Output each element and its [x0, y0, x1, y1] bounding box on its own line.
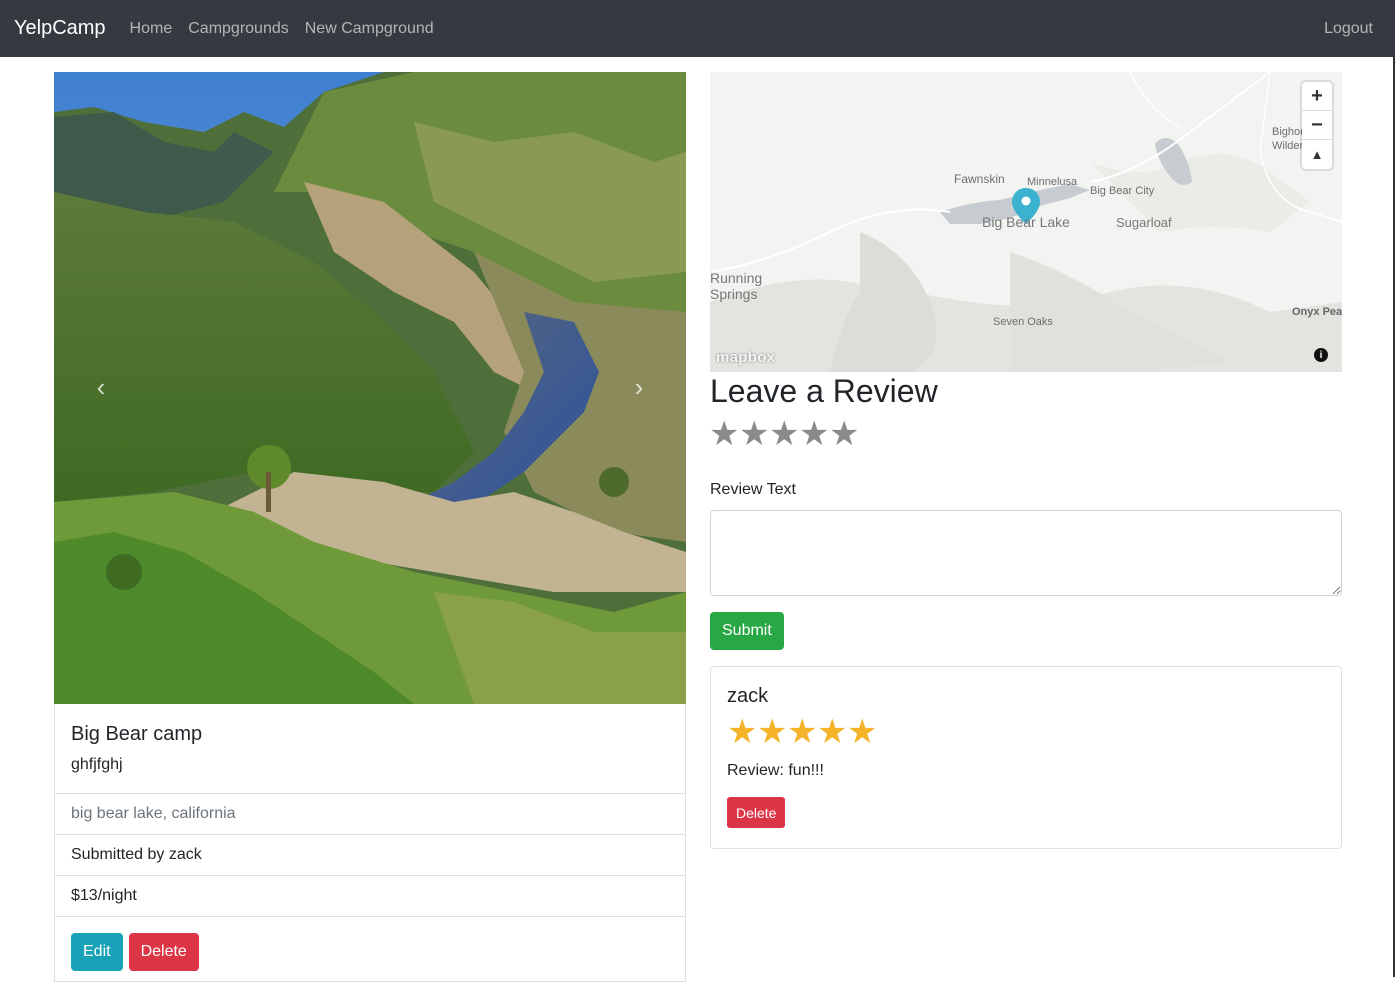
campground-description: ghfjfghj — [71, 756, 123, 773]
carousel-next-button[interactable]: › — [624, 372, 654, 402]
campground-photo — [54, 72, 686, 704]
edit-campground-button[interactable]: Edit — [71, 933, 123, 971]
delete-campground-button[interactable]: Delete — [128, 933, 199, 971]
campground-card-body: Big Bear camp ghfjfghj — [55, 704, 685, 793]
navbar: YelpCamp Home Campgrounds New Campground… — [0, 0, 1395, 57]
review-star-icon: ★ — [847, 713, 878, 751]
review-star-icon: ★ — [787, 713, 818, 751]
map-label-fawnskin: Fawnskin — [954, 172, 1005, 186]
rating-star-1[interactable]: ★ — [709, 416, 739, 452]
review-author: zack — [727, 685, 769, 707]
campground-actions: Edit Delete — [55, 916, 685, 987]
campground-card: ‹ › Big Bear camp ghfjfghj big bear lake… — [54, 72, 686, 982]
rating-star-2[interactable]: ★ — [739, 416, 769, 452]
review-card: zack ★ ★ ★ ★ ★ Review: fun!!! Delete — [710, 666, 1342, 849]
campground-author: Submitted by zack — [55, 834, 685, 875]
zoom-in-button[interactable]: + — [1302, 82, 1332, 111]
campground-title: Big Bear camp — [71, 723, 203, 745]
rating-star-input[interactable]: ★ ★ ★ ★ ★ — [709, 416, 859, 452]
campground-location: big bear lake, california — [55, 793, 685, 834]
compass-button[interactable]: ▲ — [1302, 140, 1332, 169]
map-attribution-info-icon[interactable]: i — [1314, 348, 1328, 362]
review-text-input[interactable] — [710, 510, 1342, 596]
nav-campgrounds-link[interactable]: Campgrounds — [188, 20, 289, 38]
review-text-label: Review Text — [710, 481, 796, 498]
campground-map[interactable]: Fawnskin Minnelusa Big Bear City Big Bea… — [710, 72, 1342, 372]
delete-review-button[interactable]: Delete — [727, 797, 786, 828]
map-label-big-bear-lake: Big Bear Lake — [982, 214, 1070, 230]
map-label-onyx-peak: Onyx Peal — [1292, 306, 1342, 318]
map-label-sugarloaf: Sugarloaf — [1116, 215, 1172, 230]
brand-link[interactable]: YelpCamp — [14, 17, 106, 40]
review-star-icon: ★ — [727, 713, 758, 751]
campground-price: $13/night — [55, 875, 685, 916]
leave-review-heading: Leave a Review — [710, 373, 938, 409]
review-body: Review: fun!!! — [727, 762, 824, 779]
nav-home-link[interactable]: Home — [130, 20, 173, 38]
rating-star-4[interactable]: ★ — [799, 416, 829, 452]
review-star-icon: ★ — [817, 713, 848, 751]
map-label-seven-oaks: Seven Oaks — [993, 316, 1053, 328]
submit-review-button[interactable]: Submit — [710, 612, 784, 650]
map-zoom-controls: + − ▲ — [1302, 82, 1332, 169]
logout-link[interactable]: Logout — [1324, 20, 1373, 38]
review-star-icon: ★ — [757, 713, 788, 751]
map-label-big-bear-city: Big Bear City — [1090, 185, 1155, 197]
review-rating: ★ ★ ★ ★ ★ — [727, 714, 1325, 750]
mapbox-logo[interactable]: mapbox — [716, 349, 775, 366]
nav-new-campground-link[interactable]: New Campground — [305, 20, 434, 38]
map-label-minnelusa: Minnelusa — [1027, 176, 1078, 188]
map-label-running-springs: Running Springs — [710, 270, 763, 302]
rating-star-5[interactable]: ★ — [829, 416, 859, 452]
carousel-prev-button[interactable]: ‹ — [86, 372, 116, 402]
rating-star-3[interactable]: ★ — [769, 416, 799, 452]
zoom-out-button[interactable]: − — [1302, 111, 1332, 140]
campground-photo-carousel: ‹ › — [54, 72, 686, 704]
